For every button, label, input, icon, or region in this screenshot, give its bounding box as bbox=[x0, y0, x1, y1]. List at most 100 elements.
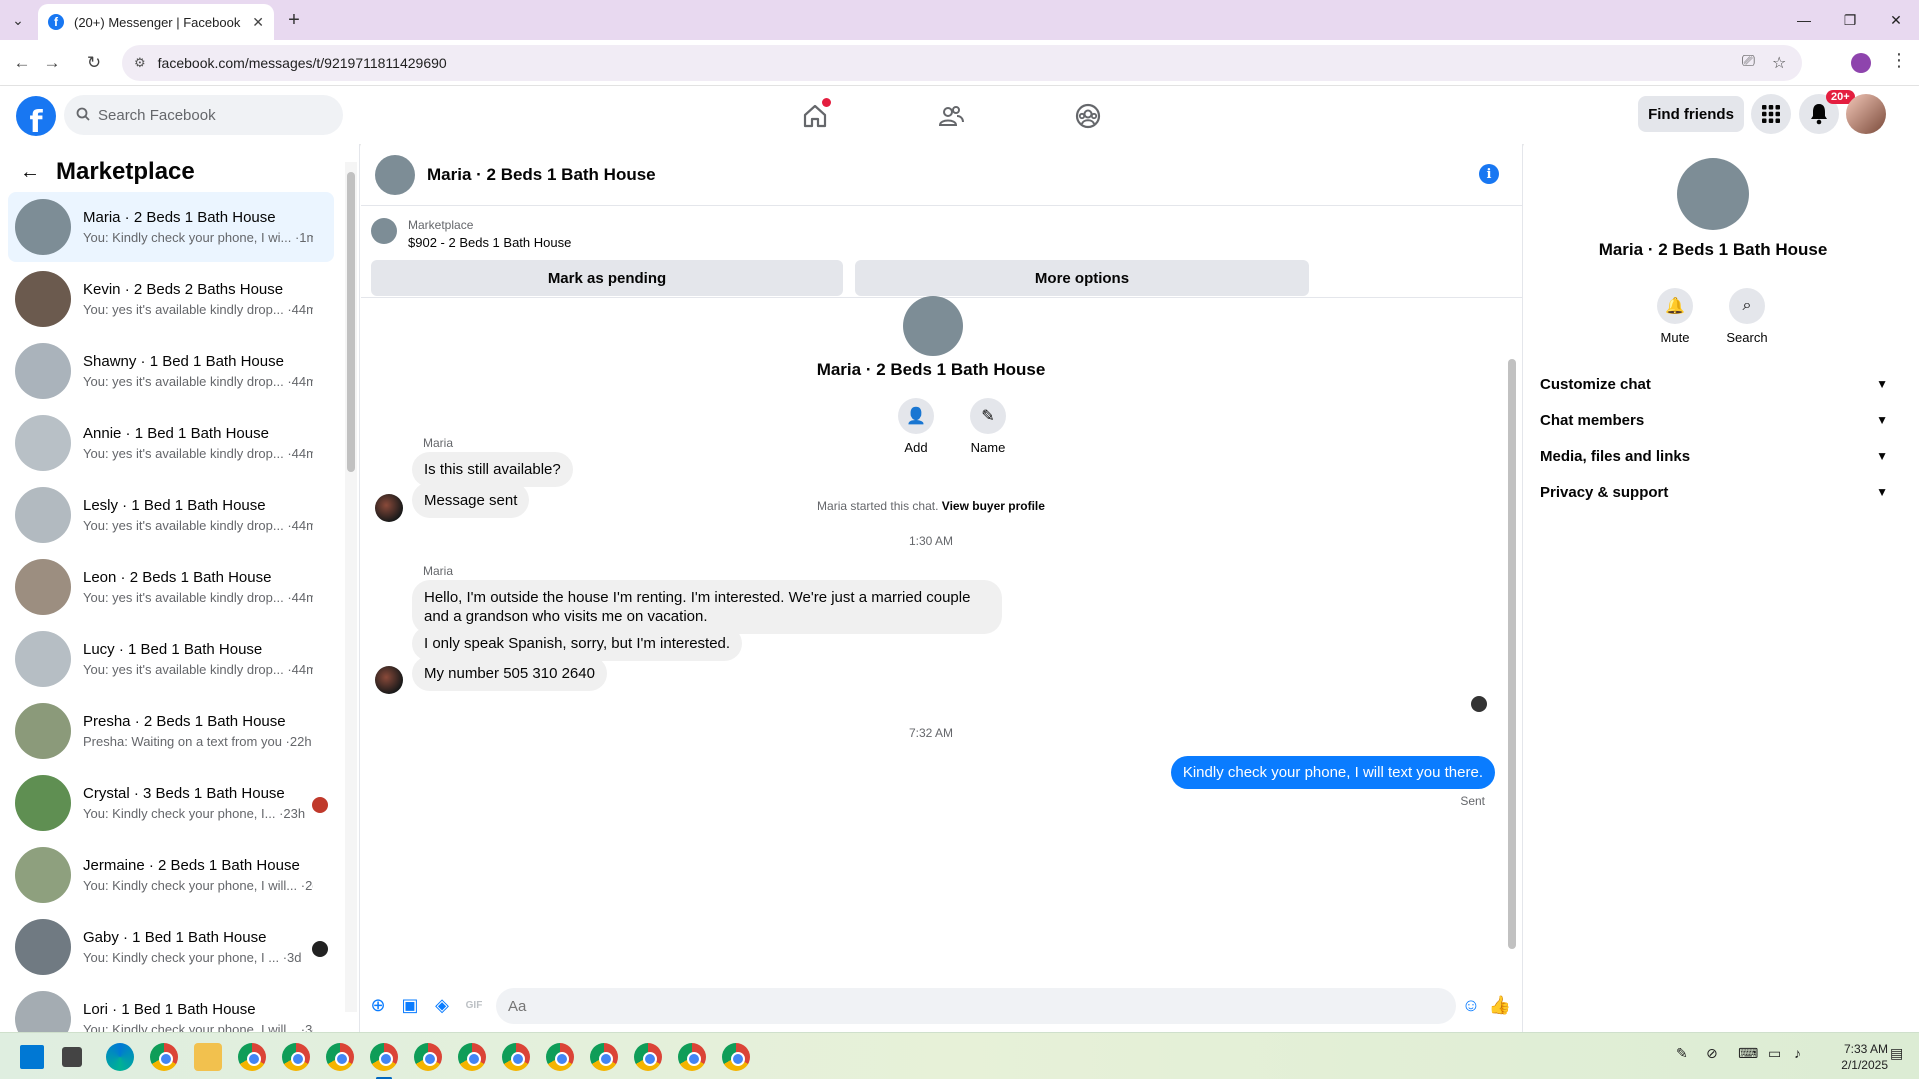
conversation-item[interactable]: Lesly · 1 Bed 1 Bath House You: yes it's … bbox=[8, 480, 334, 550]
thumbs-up-icon[interactable]: 👍 bbox=[1489, 994, 1511, 1016]
groups-nav[interactable] bbox=[1033, 96, 1143, 136]
message-bubble[interactable]: Message sent bbox=[412, 482, 530, 518]
chrome-icon[interactable] bbox=[282, 1043, 310, 1071]
bookmark-star-icon[interactable]: ☆ bbox=[1772, 53, 1786, 73]
conversation-item[interactable]: Presha · 2 Beds 1 Bath House Presha: Wait… bbox=[8, 696, 334, 766]
conversation-item[interactable]: Kevin · 2 Beds 2 Baths House You: yes it'… bbox=[8, 264, 334, 334]
file-explorer-icon[interactable] bbox=[194, 1043, 222, 1071]
new-tab-icon[interactable]: + bbox=[282, 8, 306, 32]
restore-icon[interactable]: ❐ bbox=[1827, 0, 1873, 40]
account-avatar[interactable] bbox=[1846, 94, 1886, 134]
chrome-icon[interactable] bbox=[678, 1043, 706, 1071]
conversation-name: Leon · 2 Beds 1 Bath House bbox=[83, 569, 272, 586]
minimize-icon[interactable]: — bbox=[1781, 0, 1827, 40]
conversation-item[interactable]: Leon · 2 Beds 1 Bath House You: yes it's … bbox=[8, 552, 334, 622]
listing-thumbnail[interactable] bbox=[371, 218, 397, 244]
search-action[interactable]: ⌕ Search bbox=[1717, 288, 1777, 345]
find-friends-button[interactable]: Find friends bbox=[1638, 96, 1744, 132]
conversation-item[interactable]: Maria · 2 Beds 1 Bath House You: Kindly c… bbox=[8, 192, 334, 262]
notification-center-icon[interactable]: ▤ bbox=[1890, 1045, 1903, 1062]
conversation-item[interactable]: Jermaine · 2 Beds 1 Bath House You: Kindl… bbox=[8, 840, 334, 910]
photo-icon[interactable]: ▣ bbox=[399, 994, 421, 1016]
profile-avatar[interactable] bbox=[1677, 158, 1749, 230]
facebook-logo-icon[interactable]: f bbox=[16, 96, 56, 136]
system-clock[interactable]: 7:33 AM 2/1/2025 bbox=[1818, 1041, 1888, 1073]
mute-action[interactable]: 🔔 Mute bbox=[1645, 288, 1705, 345]
more-options-button[interactable]: More options bbox=[855, 260, 1309, 296]
chrome-icon[interactable] bbox=[150, 1043, 178, 1071]
back-icon[interactable]: ← bbox=[8, 49, 36, 77]
grid-icon bbox=[1762, 105, 1780, 123]
chat-avatar[interactable] bbox=[375, 154, 415, 195]
sticker-icon[interactable]: ◈ bbox=[431, 994, 453, 1016]
install-app-icon[interactable]: ⎚ bbox=[1742, 53, 1755, 71]
address-bar[interactable]: ⚙ facebook.com/messages/t/92197118114296… bbox=[122, 45, 1802, 81]
chrome-icon[interactable] bbox=[326, 1043, 354, 1071]
chrome-icon[interactable] bbox=[370, 1043, 398, 1071]
conversation-item[interactable]: Gaby · 1 Bed 1 Bath House You: Kindly che… bbox=[8, 912, 334, 982]
chat-scrollbar[interactable] bbox=[1506, 304, 1518, 964]
pen-icon[interactable]: ✎ bbox=[1676, 1045, 1688, 1062]
sender-avatar[interactable] bbox=[375, 666, 403, 694]
menu-grid-button[interactable] bbox=[1751, 94, 1791, 134]
chrome-icon[interactable] bbox=[502, 1043, 530, 1071]
conversation-item[interactable]: Annie · 1 Bed 1 Bath House You: yes it's … bbox=[8, 408, 334, 478]
chat-title[interactable]: Maria · 2 Beds 1 Bath House bbox=[427, 165, 656, 185]
message-bubble[interactable]: My number 505 310 2640 bbox=[412, 656, 607, 691]
info-icon[interactable]: i bbox=[1479, 164, 1499, 184]
back-arrow-icon[interactable]: ← bbox=[20, 161, 40, 184]
privacy-support-section[interactable]: Privacy & support ▼ bbox=[1540, 472, 1888, 512]
keyboard-icon[interactable]: ⌨ bbox=[1738, 1045, 1758, 1062]
browser-tab[interactable]: f (20+) Messenger | Facebook ✕ bbox=[38, 4, 274, 40]
network-off-icon[interactable]: ⊘ bbox=[1706, 1045, 1718, 1062]
conversation-avatar bbox=[15, 631, 71, 687]
browser-menu-icon[interactable]: ⋮ bbox=[1890, 50, 1908, 71]
conversation-preview: You: yes it's available kindly drop... ·… bbox=[83, 446, 313, 461]
conversation-item[interactable]: Crystal · 3 Beds 1 Bath House You: Kindly… bbox=[8, 768, 334, 838]
tab-search-chevron-icon[interactable]: ⌄ bbox=[6, 8, 30, 32]
message-input[interactable] bbox=[496, 988, 1456, 1024]
name-action[interactable]: ✎ Name bbox=[958, 398, 1018, 455]
media-files-links-section[interactable]: Media, files and links ▼ bbox=[1540, 436, 1888, 476]
tab-close-icon[interactable]: ✕ bbox=[252, 14, 264, 31]
conversation-item[interactable]: Lori · 1 Bed 1 Bath House You: Kindly che… bbox=[8, 984, 334, 1032]
edge-icon[interactable] bbox=[106, 1043, 134, 1071]
display-icon[interactable]: ▭ bbox=[1768, 1045, 1781, 1062]
chat-members-section[interactable]: Chat members ▼ bbox=[1540, 400, 1888, 440]
chrome-icon[interactable] bbox=[546, 1043, 574, 1071]
chrome-icon[interactable] bbox=[414, 1043, 442, 1071]
site-info-icon[interactable]: ⚙ bbox=[134, 55, 146, 71]
conversation-item[interactable]: Shawny · 1 Bed 1 Bath House You: yes it's… bbox=[8, 336, 334, 406]
home-nav[interactable] bbox=[760, 96, 870, 136]
facebook-search[interactable]: Search Facebook bbox=[64, 95, 343, 135]
add-action[interactable]: 👤 Add bbox=[886, 398, 946, 455]
reload-icon[interactable]: ↻ bbox=[80, 49, 108, 77]
sender-avatar[interactable] bbox=[375, 494, 403, 522]
mark-as-pending-button[interactable]: Mark as pending bbox=[371, 260, 843, 296]
chrome-icon[interactable] bbox=[458, 1043, 486, 1071]
task-view-icon[interactable] bbox=[62, 1047, 82, 1067]
url-text: facebook.com/messages/t/9219711811429690 bbox=[157, 55, 447, 71]
sidebar-scrollbar[interactable] bbox=[345, 162, 357, 1012]
friends-nav[interactable] bbox=[896, 96, 1006, 136]
chat-scroll-thumb[interactable] bbox=[1508, 359, 1516, 949]
conversation-item[interactable]: Lucy · 1 Bed 1 Bath House You: yes it's a… bbox=[8, 624, 334, 694]
gif-icon[interactable]: GIF bbox=[463, 994, 485, 1016]
emoji-icon[interactable]: ☺ bbox=[1460, 994, 1482, 1016]
view-buyer-profile-link[interactable]: View buyer profile bbox=[942, 499, 1045, 513]
listing-title[interactable]: $902 - 2 Beds 1 Bath House bbox=[408, 235, 571, 250]
close-window-icon[interactable]: ✕ bbox=[1873, 0, 1919, 40]
customize-chat-section[interactable]: Customize chat ▼ bbox=[1540, 364, 1888, 404]
chrome-icon[interactable] bbox=[634, 1043, 662, 1071]
chrome-icon[interactable] bbox=[722, 1043, 750, 1071]
volume-icon[interactable]: ♪ bbox=[1794, 1045, 1801, 1061]
outgoing-message-bubble[interactable]: Kindly check your phone, I will text you… bbox=[1170, 756, 1495, 789]
forward-icon[interactable]: → bbox=[38, 49, 66, 77]
windows-start-icon[interactable] bbox=[20, 1045, 44, 1069]
browser-profile-icon[interactable] bbox=[1851, 53, 1871, 73]
plus-circle-icon[interactable]: ⊕ bbox=[367, 994, 389, 1016]
sidebar-scroll-thumb[interactable] bbox=[347, 172, 355, 472]
conversation-text: Lesly · 1 Bed 1 Bath House You: yes it's … bbox=[83, 497, 313, 533]
chrome-icon[interactable] bbox=[590, 1043, 618, 1071]
chrome-icon[interactable] bbox=[238, 1043, 266, 1071]
